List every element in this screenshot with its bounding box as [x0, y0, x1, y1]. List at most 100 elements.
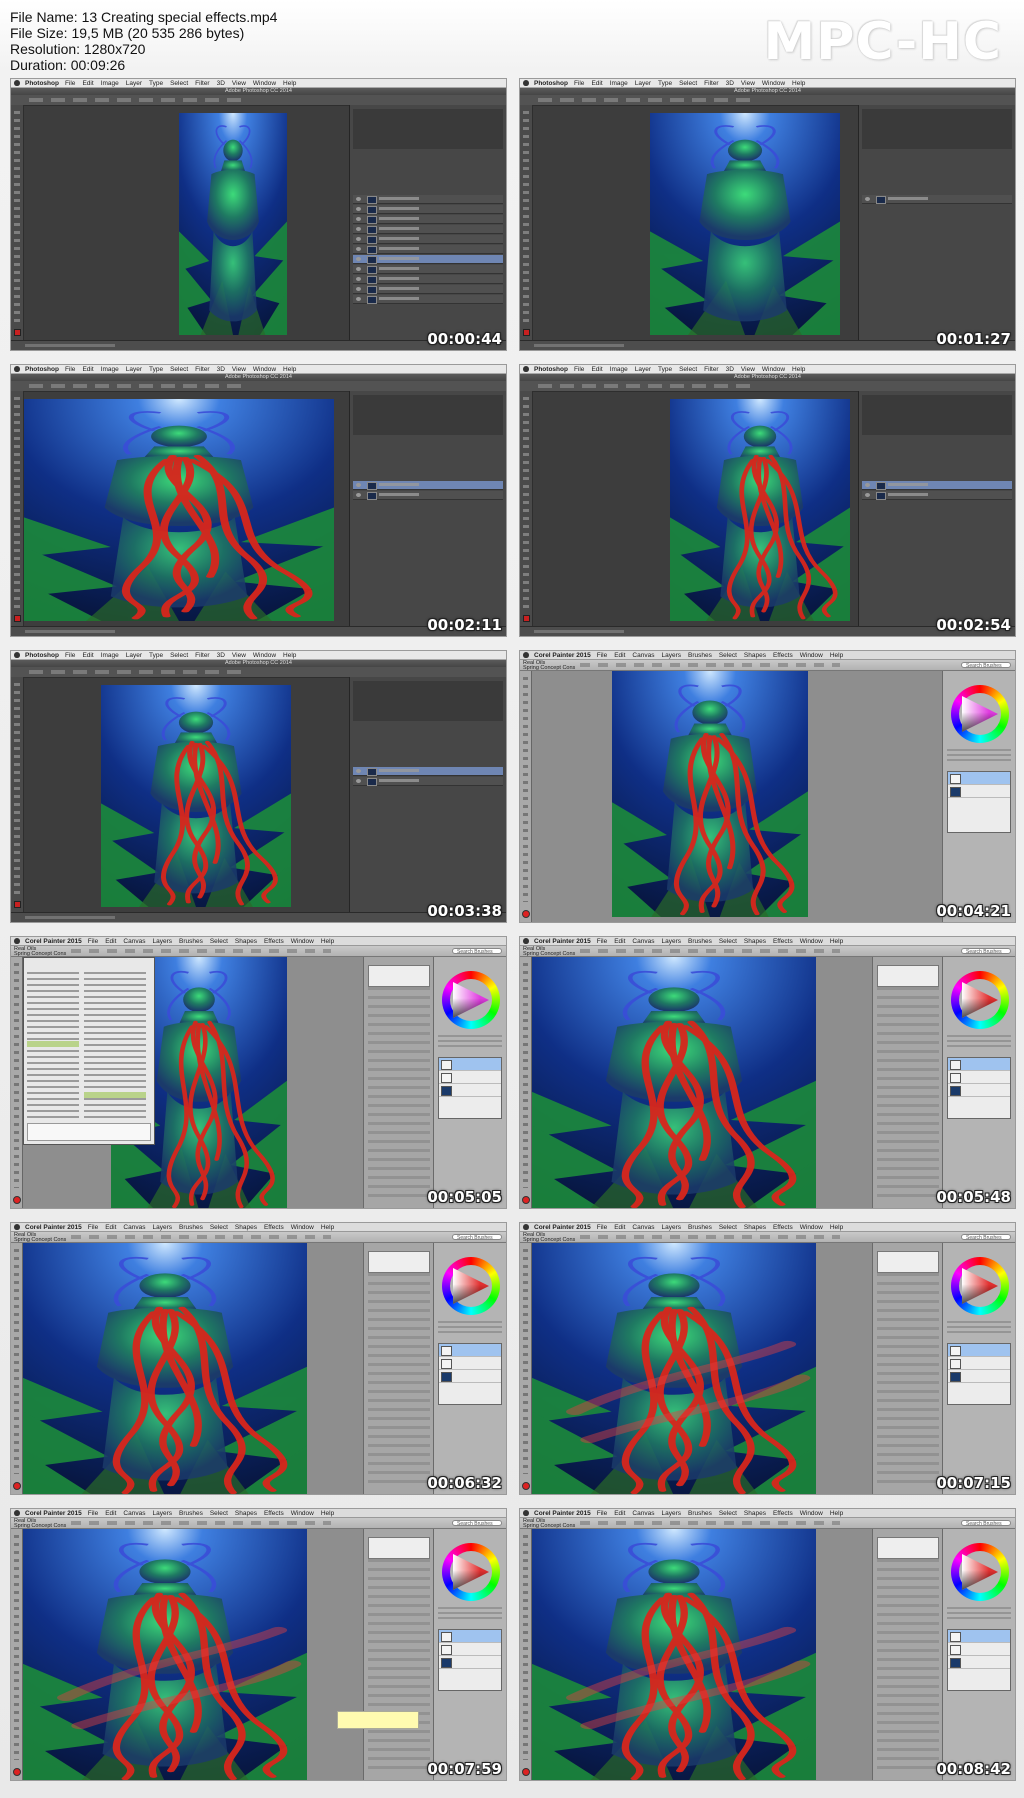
layer-row[interactable]	[862, 491, 1012, 500]
search-brushes-input[interactable]: Search Brushes	[961, 1234, 1011, 1241]
menu-shapes[interactable]: Shapes	[744, 1510, 766, 1517]
menu-layer[interactable]: Layer	[126, 80, 142, 87]
layer-row[interactable]	[948, 1643, 1010, 1656]
apple-icon[interactable]	[14, 1510, 20, 1516]
app-name[interactable]: Corel Painter 2015	[534, 938, 591, 945]
search-brushes-input[interactable]: Search Brushes	[452, 1520, 502, 1527]
eye-icon[interactable]	[356, 217, 361, 221]
menu-help[interactable]: Help	[321, 1224, 334, 1231]
menu-edit[interactable]: Edit	[105, 1224, 116, 1231]
main-color-swatch[interactable]	[522, 910, 530, 918]
layer-row[interactable]	[948, 785, 1010, 798]
document-canvas[interactable]	[101, 685, 291, 907]
layer-row[interactable]	[439, 1370, 501, 1383]
apple-icon[interactable]	[14, 366, 20, 372]
menu-type[interactable]: Type	[149, 652, 163, 659]
menu-effects[interactable]: Effects	[773, 1510, 793, 1517]
menu-effects[interactable]: Effects	[773, 652, 793, 659]
menu-select[interactable]: Select	[170, 80, 188, 87]
toolbox[interactable]	[520, 1529, 532, 1780]
property-bar[interactable]	[11, 946, 506, 957]
eye-icon[interactable]	[356, 779, 361, 783]
app-name[interactable]: Photoshop	[534, 366, 568, 373]
menu-file[interactable]: File	[88, 1224, 98, 1231]
menu-canvas[interactable]: Canvas	[632, 938, 654, 945]
eye-icon[interactable]	[356, 493, 361, 497]
layers-panel[interactable]	[349, 391, 506, 627]
color-sliders[interactable]	[438, 1035, 502, 1049]
menu-shapes[interactable]: Shapes	[235, 1510, 257, 1517]
adjustments-panel[interactable]	[862, 109, 1012, 149]
layers-panel[interactable]	[438, 1057, 502, 1119]
eye-icon[interactable]	[356, 287, 361, 291]
menu-image[interactable]: Image	[101, 366, 119, 373]
eye-icon[interactable]	[356, 277, 361, 281]
menu-layers[interactable]: Layers	[661, 652, 681, 659]
foreground-color-swatch[interactable]	[523, 329, 530, 336]
menu-window[interactable]: Window	[800, 1224, 823, 1231]
app-name[interactable]: Photoshop	[25, 80, 59, 87]
foreground-color-swatch[interactable]	[14, 901, 21, 908]
foreground-color-swatch[interactable]	[14, 615, 21, 622]
menu-layers[interactable]: Layers	[152, 938, 172, 945]
eye-icon[interactable]	[356, 237, 361, 241]
menu-edit[interactable]: Edit	[614, 938, 625, 945]
layer-row[interactable]	[353, 235, 503, 244]
layer-row[interactable]	[948, 1344, 1010, 1357]
menu-image[interactable]: Image	[101, 652, 119, 659]
document-canvas[interactable]	[24, 399, 334, 621]
menu-edit[interactable]: Edit	[105, 1510, 116, 1517]
menu-layer[interactable]: Layer	[635, 80, 651, 87]
menu-effects[interactable]: Effects	[264, 1224, 284, 1231]
brush-selector[interactable]: Real Oils Spring Concept Cons	[523, 660, 575, 671]
eye-icon[interactable]	[356, 197, 361, 201]
menu-file[interactable]: File	[574, 80, 584, 87]
menu-type[interactable]: Type	[149, 366, 163, 373]
menu-window[interactable]: Window	[800, 652, 823, 659]
menu-image[interactable]: Image	[101, 80, 119, 87]
layer-row[interactable]	[353, 295, 503, 304]
layer-row[interactable]	[439, 1630, 501, 1643]
menu-shapes[interactable]: Shapes	[744, 1224, 766, 1231]
app-name[interactable]: Corel Painter 2015	[25, 1224, 82, 1231]
foreground-color-swatch[interactable]	[523, 615, 530, 622]
menu-file[interactable]: File	[574, 366, 584, 373]
color-sliders[interactable]	[438, 1607, 502, 1621]
foreground-color-swatch[interactable]	[14, 329, 21, 336]
eye-icon[interactable]	[356, 297, 361, 301]
app-name[interactable]: Photoshop	[534, 80, 568, 87]
menu-image[interactable]: Image	[610, 80, 628, 87]
eye-icon[interactable]	[356, 769, 361, 773]
menu-select[interactable]: Select	[719, 938, 737, 945]
document-canvas[interactable]	[23, 1529, 307, 1780]
layer-row[interactable]	[948, 1656, 1010, 1669]
layers-panel[interactable]	[438, 1343, 502, 1405]
color-layers-panel[interactable]	[942, 1243, 1015, 1494]
brush-selector[interactable]: Real Oils Spring Concept Cons	[14, 1518, 66, 1529]
menu-select[interactable]: Select	[719, 652, 737, 659]
color-layers-panel[interactable]	[433, 1529, 506, 1780]
color-sliders[interactable]	[947, 1035, 1011, 1049]
menu-canvas[interactable]: Canvas	[632, 1510, 654, 1517]
menu-select[interactable]: Select	[719, 1224, 737, 1231]
menu-help[interactable]: Help	[830, 652, 843, 659]
menu-help[interactable]: Help	[321, 1510, 334, 1517]
layer-row[interactable]	[353, 265, 503, 274]
apple-icon[interactable]	[14, 938, 20, 944]
search-brushes-input[interactable]: Search Brushes	[452, 948, 502, 955]
menu-window[interactable]: Window	[253, 80, 276, 87]
menu-help[interactable]: Help	[283, 652, 296, 659]
search-brushes-input[interactable]: Search Brushes	[961, 948, 1011, 955]
layer-row[interactable]	[862, 195, 1012, 204]
main-color-swatch[interactable]	[13, 1482, 21, 1490]
adjustments-panel[interactable]	[862, 395, 1012, 435]
layer-row[interactable]	[862, 481, 1012, 490]
menu-select[interactable]: Select	[210, 1510, 228, 1517]
app-name[interactable]: Corel Painter 2015	[534, 1510, 591, 1517]
menu-layers[interactable]: Layers	[152, 1224, 172, 1231]
app-name[interactable]: Corel Painter 2015	[25, 1510, 82, 1517]
layer-row[interactable]	[439, 1357, 501, 1370]
color-sliders[interactable]	[438, 1321, 502, 1335]
brush-selector[interactable]: Real Oils Spring Concept Cons	[14, 1232, 66, 1243]
brush-selector[interactable]: Real Oils Spring Concept Cons	[523, 946, 575, 957]
